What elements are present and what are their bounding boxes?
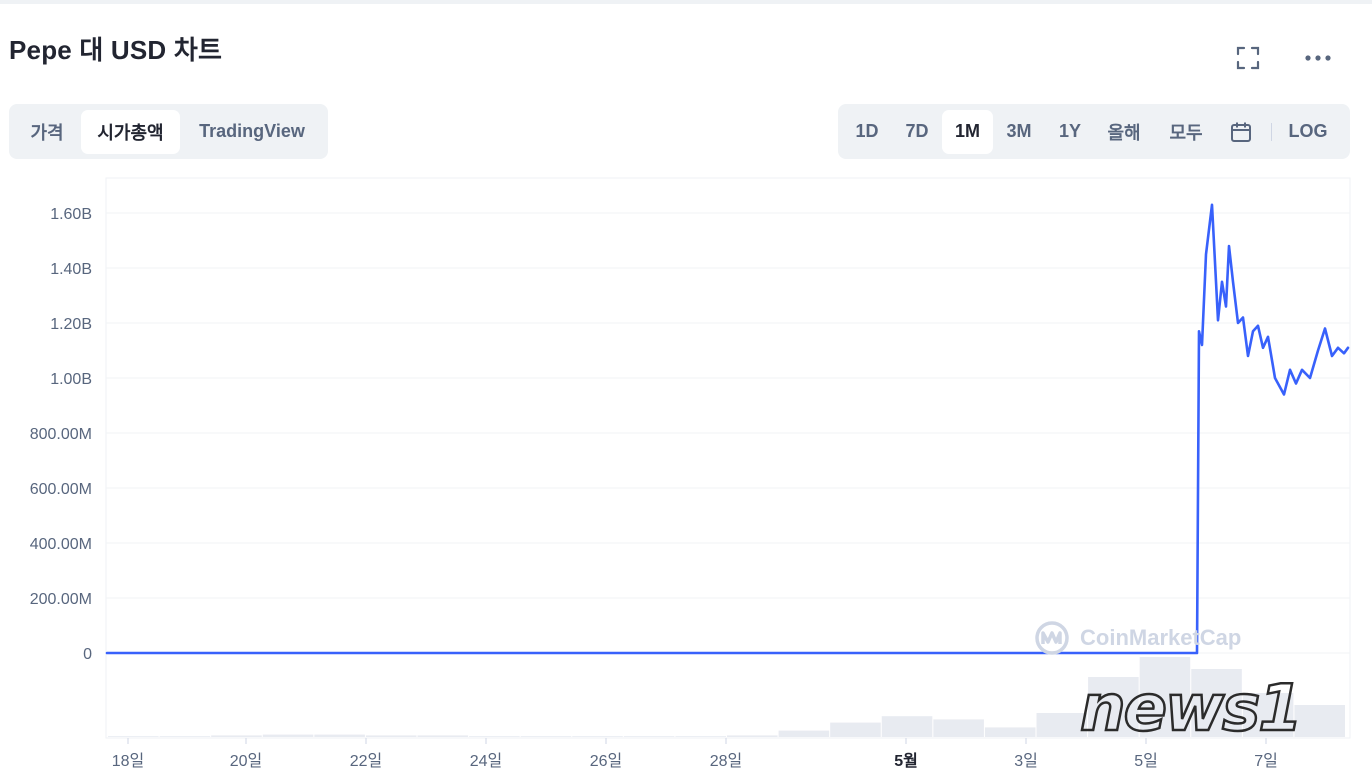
tab-log[interactable]: LOG [1280, 110, 1336, 154]
more-icon[interactable] [1300, 40, 1336, 76]
tab-price[interactable]: 가격 [13, 110, 81, 154]
volume-bar [623, 736, 675, 737]
volume-bar [933, 719, 984, 737]
x-tick-label: 7일 [1254, 752, 1278, 770]
volume-bar [675, 736, 726, 737]
volume-bar [159, 736, 211, 737]
volume-bar [727, 735, 778, 737]
volume-bar [365, 735, 417, 737]
y-tick-label: 0 [83, 646, 92, 663]
y-tick-label: 200.00M [30, 591, 92, 608]
volume-bar [984, 727, 1036, 737]
volume-bar [417, 735, 469, 737]
volume-bar [469, 736, 520, 737]
tab-market-cap[interactable]: 시가총액 [81, 109, 180, 154]
y-tick-label: 1.00B [50, 371, 92, 388]
fullscreen-icon[interactable] [1230, 40, 1266, 76]
calendar-icon[interactable] [1219, 110, 1263, 154]
volume-bar [211, 735, 262, 737]
tab-7d[interactable]: 7D [892, 110, 942, 154]
range-divider [1271, 122, 1272, 141]
volume-bar [262, 734, 314, 737]
coinmarketcap-watermark-text: CoinMarketCap [1080, 625, 1242, 650]
x-tick-label: 24일 [470, 752, 503, 770]
x-tick-label: 18일 [112, 752, 145, 770]
y-tick-label: 1.60B [50, 206, 92, 223]
x-tick-label: 28일 [710, 752, 743, 770]
coinmarketcap-watermark: CoinMarketCap [1034, 620, 1241, 656]
x-tick-label: 20일 [230, 752, 263, 770]
y-tick-label: 1.20B [50, 316, 92, 333]
volume-bar [108, 736, 159, 737]
y-tick-label: 800.00M [30, 426, 92, 443]
x-tick-label: 5월 [894, 752, 918, 770]
x-tick-label: 26일 [590, 752, 623, 770]
y-tick-label: 1.40B [50, 261, 92, 278]
x-tick-label: 3일 [1014, 752, 1038, 770]
tab-1m[interactable]: 1M [942, 109, 993, 154]
range-tab-group: 1D 7D 1M 3M 1Y 올해 모두 LOG [838, 104, 1350, 159]
volume-bar [778, 730, 830, 737]
tab-3m[interactable]: 3M [993, 110, 1045, 154]
x-tick-label: 22일 [350, 752, 383, 770]
news1-watermark: news1 [1079, 671, 1304, 748]
volume-bar [314, 734, 365, 737]
tab-1y[interactable]: 1Y [1045, 110, 1095, 154]
volume-bar [881, 716, 933, 737]
y-tick-label: 400.00M [30, 536, 92, 553]
top-strip [0, 0, 1372, 4]
tab-1d[interactable]: 1D [842, 110, 892, 154]
x-tick-label: 5일 [1134, 752, 1158, 770]
chart-title: Pepe 대 USD 차트 [9, 35, 223, 65]
coinmarketcap-logo-icon [1035, 621, 1069, 655]
volume-bar [830, 722, 881, 737]
volume-bar [520, 736, 572, 737]
volume-bar [1294, 705, 1345, 737]
tab-tradingview[interactable]: TradingView [180, 110, 324, 154]
tab-ytd[interactable]: 올해 [1095, 110, 1153, 154]
market-cap-line [105, 203, 1350, 655]
volume-bar [572, 736, 623, 737]
view-tab-group: 가격 시가총액 TradingView [9, 104, 328, 159]
tab-all[interactable]: 모두 [1153, 110, 1219, 154]
y-tick-label: 600.00M [30, 481, 92, 498]
